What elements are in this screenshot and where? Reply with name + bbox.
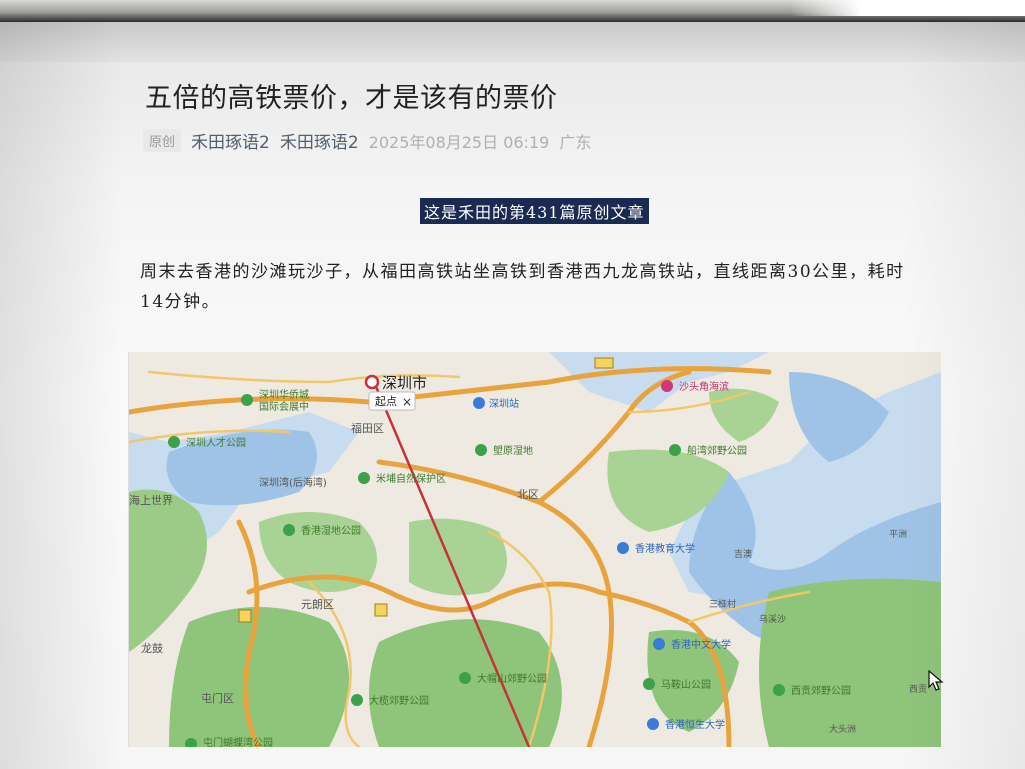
start-close-icon[interactable]: × — [402, 395, 412, 409]
start-label: 起点 — [375, 395, 397, 408]
map-park-tai-lam — [169, 607, 349, 747]
park-marker-icon — [358, 472, 370, 484]
map-label-maipo: 米埔自然保护区 — [376, 472, 446, 485]
station-icon — [473, 397, 485, 409]
map-label-eduhk: 香港教育大学 — [635, 542, 695, 555]
mouse-cursor-icon — [928, 670, 944, 691]
highway-shield-icon — [594, 357, 614, 369]
university-marker-icon — [617, 542, 629, 554]
map-label-north: 北区 — [517, 488, 539, 501]
map-label-long-valley: 塱原湿地 — [493, 444, 533, 457]
map-label-plover-cove: 船湾郊野公园 — [687, 444, 747, 457]
map-label-ma-on-shan: 马鞍山公园 — [661, 678, 711, 691]
map-label-ping-chau: 平洲 — [889, 529, 907, 540]
map-label-talent-park: 深圳人才公园 — [186, 436, 246, 449]
map-image: 深圳市 起点 × 深圳站 深圳华侨城 国际会展中 深圳人才公园 深圳湾(后海湾)… — [128, 352, 941, 747]
park-marker-icon — [351, 694, 363, 706]
map-label-shenzhen-station: 深圳站 — [489, 397, 519, 410]
park-marker-icon — [168, 436, 180, 448]
poi-marker-icon — [661, 380, 673, 392]
map-label-hsu: 香港恒生大学 — [665, 718, 725, 731]
highlighted-intro: 这是禾田的第431篇原创文章 — [420, 198, 649, 224]
park-marker-icon — [475, 444, 487, 456]
city-label: 深圳市 — [382, 374, 427, 392]
map-canvas: 深圳市 起点 × 深圳站 深圳华侨城 国际会展中 深圳人才公园 深圳湾(后海湾)… — [129, 352, 941, 747]
map-label-lung-kwu: 龙鼓 — [141, 641, 163, 655]
account-name-link[interactable]: 禾田琢语2 — [280, 128, 359, 153]
university-marker-icon — [653, 638, 665, 650]
map-label-castle-peak: 屯门蝴蝶湾公园 — [203, 736, 273, 747]
start-marker-icon[interactable] — [364, 374, 380, 390]
map-label-tai-mo-shan: 大帽山郊野公园 — [477, 672, 547, 685]
publish-date: 2025年08月25日 06:19 — [368, 132, 550, 152]
map-label-wu-kai-sha: 乌溪沙 — [759, 613, 786, 625]
original-badge: 原创 — [143, 129, 182, 152]
article-meta: 原创 禾田琢语2 禾田琢语2 2025年08月25日 06:19 广东 — [143, 128, 591, 153]
map-label-three-wells: 三桠村 — [709, 598, 736, 610]
map-label-sai-kung-2: 西贡 — [909, 684, 927, 695]
park-marker-icon — [669, 444, 681, 456]
map-park-sai-kung — [759, 578, 941, 747]
article-title: 五倍的高铁票价，才是该有的票价 — [145, 83, 558, 114]
map-label-convention: 国际会展中 — [259, 400, 309, 413]
map-label-shenzhen-bay: 深圳湾(后海湾) — [259, 476, 327, 489]
ceiling-light-glare — [790, 0, 1025, 16]
map-park-yuen-long — [409, 518, 507, 596]
park-marker-icon — [241, 394, 253, 406]
map-label-crooked: 吉澳 — [734, 548, 752, 560]
article-paragraph: 周末去香港的沙滩玩沙子，从福田高铁站坐高铁到香港西九龙高铁站，直线距离30公里，… — [140, 262, 905, 312]
highway-shield-icon — [238, 609, 252, 623]
browser-top-strip — [0, 22, 1025, 62]
author-link[interactable]: 禾田琢语2 — [191, 128, 270, 153]
park-marker-icon — [283, 524, 295, 536]
map-label-tai-lam: 大榄郊野公园 — [369, 694, 429, 707]
park-marker-icon — [643, 678, 655, 690]
university-marker-icon — [647, 718, 659, 730]
map-label-sha-tau-kok: 沙头角海滨 — [679, 380, 729, 393]
map-label-west-world: 海上世界 — [129, 493, 173, 507]
map-label-tuen-mun: 屯门区 — [201, 691, 234, 705]
map-label-ocat: 深圳华侨城 — [259, 388, 309, 401]
park-marker-icon — [459, 672, 471, 684]
map-label-cuhk: 香港中文大学 — [671, 638, 731, 651]
map-label-yuen-long: 元朗区 — [301, 598, 334, 611]
map-label-futian: 福田区 — [351, 421, 384, 435]
park-marker-icon — [773, 684, 785, 696]
map-label-tai-tau-chau: 大头洲 — [829, 723, 856, 735]
map-label-sai-kung: 西贡郊野公园 — [791, 684, 851, 697]
publish-location: 广东 — [559, 132, 592, 152]
map-label-wetland-park: 香港湿地公园 — [301, 524, 361, 537]
highway-shield-icon — [374, 603, 388, 617]
